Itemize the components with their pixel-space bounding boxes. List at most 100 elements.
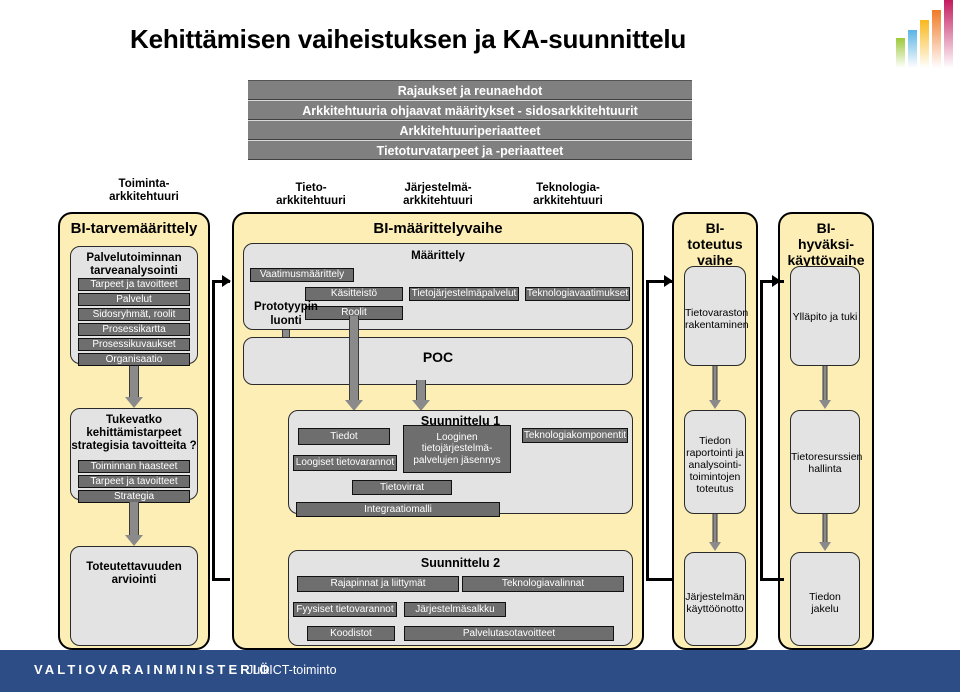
group-title-poc: POC <box>422 349 454 365</box>
connector-arrowhead-3 <box>772 275 781 287</box>
group-tiedon-jakelu[interactable]: Tiedon jakelu <box>790 552 860 646</box>
column-caption-teknologia-line1: Teknologia- <box>536 182 600 194</box>
page-title: Kehittämisen vaiheistuksen ja KA-suunnit… <box>130 24 687 54</box>
item-integraatiomalli[interactable]: Integraatiomalli <box>296 502 500 517</box>
arrow-tarveanalysointi-to-tukevatko <box>124 366 144 408</box>
connector-arrowhead-2 <box>664 275 673 287</box>
footer-ministry: VALTIOVARAINMINISTERIÖ <box>34 662 273 677</box>
lane-title-toteutus-1: BI- <box>705 220 725 236</box>
column-caption-toiminta-line2: arkkitehtuuri <box>109 191 179 203</box>
item-vaatimusmaarittely[interactable]: Vaatimusmäärittely <box>250 268 354 282</box>
column-caption-jarjestelma-line2: arkkitehtuuri <box>403 195 473 207</box>
item-fyysiset-tietovarannot[interactable]: Fyysiset tietovarannot <box>293 602 397 617</box>
group-yllapito-ja-tuki[interactable]: Ylläpito ja tuki <box>790 266 860 366</box>
group-title-maarittely: Määrittely <box>411 250 465 262</box>
constraint-band-1: Rajaukset ja reunaehdot <box>248 80 692 100</box>
column-caption-teknologia-line2: arkkitehtuuri <box>533 195 603 207</box>
label-prototyypin-luonti: Prototyypin luonti <box>240 300 332 328</box>
connector-lane3-vertical <box>760 280 763 580</box>
group-tietoresurssien-hallinta[interactable]: Tietoresurssien hallinta <box>790 410 863 514</box>
item-toiminnan-haasteet[interactable]: Toiminnan haasteet <box>78 460 190 473</box>
connector-lane2-vertical <box>646 280 649 580</box>
item-prosessikartta[interactable]: Prosessikartta <box>78 323 190 336</box>
column-caption-jarjestelma-line1: Järjestelmä- <box>404 182 472 194</box>
item-koodistot[interactable]: Koodistot <box>307 626 395 641</box>
item-sidosryhmat-roolit[interactable]: Sidosryhmät, roolit <box>78 308 190 321</box>
column-caption-jarjestelma: Järjestelmä- arkkitehtuuri <box>383 182 493 208</box>
group-title-tukevatko-1: Tukevatko <box>105 414 163 426</box>
item-tietojarjestelmapalvelut[interactable]: Tietojärjestelmäpalvelut <box>409 287 519 301</box>
group-title-tukevatko-3: strategisia tavoitteita ? <box>71 440 197 452</box>
label-tiedon-rap-4: toimintojen <box>689 471 741 483</box>
item-looginen-tietojarjestelmapalvelujen-jasennys[interactable]: Looginen tietojärjestelmä- palvelujen jä… <box>403 425 511 473</box>
item-tarpeet-ja-tavoitteet-2[interactable]: Tarpeet ja tavoitteet <box>78 475 190 488</box>
lane-title-toteutus-2: toteutus <box>687 236 743 252</box>
lane-title-hyvaksi-2: hyväksi- <box>797 236 855 252</box>
label-tietoresurssien-2: hallinta <box>808 463 842 475</box>
footer-bar: VALTIOVARAINMINISTERIÖ JulkICT-toiminto <box>0 650 960 692</box>
arrow-tietoresurssien-to-tiedon-jakelu <box>815 514 835 552</box>
item-looginen-line1: Looginen <box>436 431 478 443</box>
label-tiedon-jakelu-1: Tiedon <box>809 591 841 603</box>
column-caption-tieto: Tieto- arkkitehtuuri <box>258 182 364 208</box>
item-looginen-line2: tietojärjestelmä- <box>421 443 493 455</box>
group-title-suunnittelu-2: Suunnittelu 2 <box>420 556 501 570</box>
label-yllapito: Ylläpito ja tuki <box>792 311 858 323</box>
label-jarjestelman-1: Järjestelmän <box>685 591 745 603</box>
group-tietovaraston-rakentaminen[interactable]: Tietovaraston rakentaminen <box>684 266 749 366</box>
connector-arrowhead-1 <box>222 275 231 287</box>
lane-title-tarvemaarittely: BI-tarvemäärittely <box>70 220 198 237</box>
label-tiedon-rap-5: toteutus <box>696 483 734 495</box>
item-palvelutasotavoitteet[interactable]: Palvelutasotavoitteet <box>404 626 614 641</box>
arrow-maarittely-to-suunnittelu1 <box>343 316 365 412</box>
connector-lane2-to-lane3-row3 <box>646 578 674 581</box>
arrow-yllapito-to-tietoresurssien <box>815 366 835 410</box>
label-jarjestelman-2: käyttöönotto <box>686 603 744 615</box>
item-tarpeet-ja-tavoitteet[interactable]: Tarpeet ja tavoitteet <box>78 278 190 291</box>
arrow-tukevatko-to-toteutettavuuden <box>124 502 144 546</box>
column-caption-tieto-line1: Tieto- <box>295 182 327 194</box>
group-poc[interactable]: POC <box>243 337 633 385</box>
constraint-band-4: Tietoturvatarpeet ja -periaatteet <box>248 140 692 160</box>
label-prototyypin-line1: Prototyypin <box>254 301 318 313</box>
group-title-line1: Palvelutoiminnan <box>86 252 182 264</box>
item-teknologiavaatimukset[interactable]: Teknologiavaatimukset <box>525 287 630 301</box>
group-jarjestelman-kayttoonotto[interactable]: Järjestelmän käyttöönotto <box>684 552 746 646</box>
group-toteutettavuuden-arviointi[interactable]: Toteutettavuuden arviointi <box>70 546 198 646</box>
label-tiedon-rap-2: raportointi ja <box>686 447 744 459</box>
item-tietovirrat[interactable]: Tietovirrat <box>352 480 452 495</box>
column-caption-toiminta-line1: Toiminta- <box>118 178 170 190</box>
group-title-toteutettavuuden-1: Toteutettavuuden <box>86 561 182 573</box>
group-title-line2: tarveanalysointi <box>90 265 178 277</box>
constraints-banner: Rajaukset ja reunaehdot Arkkitehtuuria o… <box>248 80 692 160</box>
constraint-band-2: Arkkitehtuuria ohjaavat määritykset - si… <box>248 100 692 120</box>
footer-unit: JulkICT-toiminto <box>247 663 337 677</box>
label-tiedon-jakelu-2: jakelu <box>811 603 839 615</box>
arrow-tiedon-raportointi-to-jarjestelman-kayttoonotto <box>705 514 725 552</box>
constraint-band-3: Arkkitehtuuriperiaatteet <box>248 120 692 140</box>
lane-title-hyvaksi-1: BI- <box>816 220 836 236</box>
lane-title-maarittelyvaihe: BI-määrittelyvaihe <box>373 220 503 237</box>
group-title-tukevatko-2: kehittämistarpeet <box>86 427 182 439</box>
item-rajapinnat-ja-liittymat[interactable]: Rajapinnat ja liittymät <box>297 576 459 592</box>
item-teknologiavalinnat[interactable]: Teknologiavalinnat <box>462 576 624 592</box>
label-tiedon-rap-3: analysointi- <box>688 459 742 471</box>
column-caption-toiminta: Toiminta- arkkitehtuuri <box>84 178 204 204</box>
item-organisaatio[interactable]: Organisaatio <box>78 353 190 366</box>
item-looginen-line3: palvelujen jäsennys <box>413 454 501 466</box>
label-tietoresurssien-1: Tietoresurssien <box>791 451 863 463</box>
item-prosessikuvaukset[interactable]: Prosessikuvaukset <box>78 338 190 351</box>
item-loogiset-tietovarannot[interactable]: Loogiset tietovarannot <box>293 455 397 471</box>
slide-canvas: Kehittämisen vaiheistuksen ja KA-suunnit… <box>0 0 960 692</box>
item-jarjestelmasalkku[interactable]: Järjestelmäsalkku <box>404 602 506 617</box>
connector-lane3-to-lane4-row3 <box>760 578 784 581</box>
arrow-poc-to-suunnittelu1 <box>410 380 432 412</box>
group-title-toteutettavuuden-2: arviointi <box>111 574 157 586</box>
item-kasitteisto[interactable]: Käsitteistö <box>305 287 403 301</box>
group-tiedon-raportointi[interactable]: Tiedon raportointi ja analysointi- toimi… <box>684 410 746 514</box>
arrow-tietovaraston-to-tiedon-raportointi <box>705 366 725 410</box>
item-teknologiakomponentit[interactable]: Teknologiakomponentit <box>522 428 628 443</box>
item-tiedot[interactable]: Tiedot <box>298 428 390 445</box>
bar-chart-logo <box>894 0 956 74</box>
item-palvelut[interactable]: Palvelut <box>78 293 190 306</box>
